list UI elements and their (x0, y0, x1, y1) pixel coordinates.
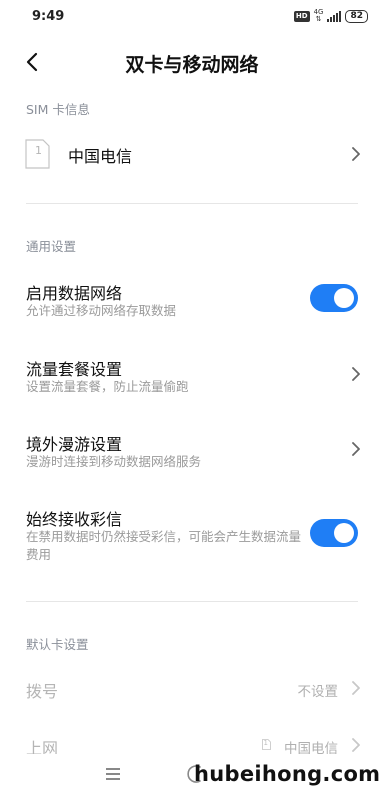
network-type-icon: 4G ⇅ (314, 9, 324, 23)
status-time: 9:49 (32, 9, 65, 24)
status-bar: 9:49 HD 4G ⇅ 82 (0, 0, 384, 34)
default-dial-row[interactable]: 拨号 不设置 (0, 672, 384, 704)
row-subtitle: 在禁用数据时仍然接受彩信，可能会产生数据流量费用 (26, 529, 302, 562)
row-title: 拨号 (26, 682, 59, 701)
row-title: 境外漫游设置 (26, 435, 123, 454)
row-subtitle: 允许通过移动网络存取数据 (26, 303, 177, 318)
row-subtitle: 漫游时连接到移动数据网络服务 (26, 454, 202, 469)
battery-icon: 82 (345, 9, 368, 23)
chevron-right-icon (352, 367, 360, 381)
data-arrows-icon: ⇅ (315, 15, 322, 23)
enable-mobile-data-row[interactable]: 启用数据网络 允许通过移动网络存取数据 (0, 274, 384, 324)
row-title: 启用数据网络 (26, 284, 123, 303)
chevron-right-icon (352, 738, 360, 752)
menu-button[interactable] (106, 768, 120, 780)
toggle-knob (334, 288, 354, 308)
menu-line (106, 773, 120, 775)
always-receive-mms-row[interactable]: 始终接收彩信 在禁用数据时仍然接受彩信，可能会产生数据流量费用 (0, 500, 384, 570)
chevron-right-icon (352, 147, 360, 161)
page-title: 双卡与移动网络 (125, 54, 259, 76)
section-header-default-card: 默认卡设置 (26, 637, 89, 652)
sim-slot-number: 1 (35, 144, 42, 157)
menu-line (106, 768, 120, 770)
section-divider (26, 601, 358, 602)
status-icons: HD 4G ⇅ 82 (293, 9, 368, 23)
row-title: 始终接收彩信 (26, 510, 123, 529)
signal-strength-icon (327, 10, 342, 22)
chevron-right-icon (352, 442, 360, 456)
mms-toggle[interactable] (310, 519, 358, 547)
chevron-right-icon (352, 681, 360, 695)
menu-line (106, 778, 120, 780)
row-value: 不设置 (297, 684, 339, 700)
watermark-text: hubeihong.com (194, 762, 381, 786)
nav-bar: 双卡与移动网络 (0, 40, 384, 84)
row-subtitle: 设置流量套餐，防止流量偷跑 (26, 379, 189, 394)
toggle-knob (334, 523, 354, 543)
row-title: 流量套餐设置 (26, 360, 123, 379)
hd-voice-icon: HD (293, 10, 310, 22)
section-divider (26, 203, 358, 204)
section-header-sim-info: SIM 卡信息 (26, 102, 90, 117)
sim-carrier-label: 中国电信 (68, 147, 133, 166)
roaming-settings-row[interactable]: 境外漫游设置 漫游时连接到移动数据网络服务 (0, 425, 384, 475)
sim-slot-number: 1 (263, 739, 268, 747)
data-plan-settings-row[interactable]: 流量套餐设置 设置流量套餐，防止流量偷跑 (0, 350, 384, 400)
sim-card-row[interactable]: 1 中国电信 (0, 128, 384, 180)
mobile-data-toggle[interactable] (310, 284, 358, 312)
section-header-general: 通用设置 (26, 239, 77, 254)
